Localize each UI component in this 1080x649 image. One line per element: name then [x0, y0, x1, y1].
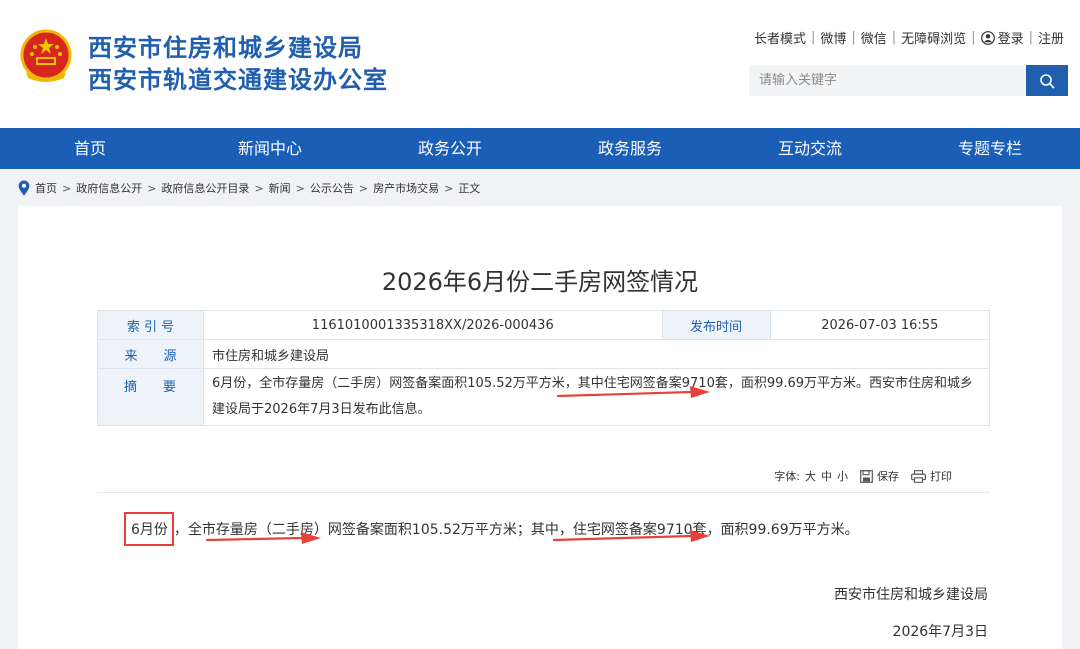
login-link[interactable]: 登录 [998, 28, 1024, 47]
nav-government-affairs[interactable]: 政务公开 [360, 128, 540, 169]
elder-mode-link[interactable]: 长者模式 [754, 28, 806, 47]
site-header: 西安市住房和城乡建设局 西安市轨道交通建设办公室 长者模式 | 微博 | 微信 … [0, 0, 1080, 128]
search-bar [749, 65, 1068, 96]
breadcrumb-news[interactable]: 新闻 [269, 180, 291, 196]
font-size-large[interactable]: 大 [805, 468, 816, 484]
breadcrumb-separator: > [444, 181, 454, 195]
search-input[interactable] [749, 65, 1026, 96]
save-button[interactable]: 保存 [860, 468, 899, 484]
index-label: 索 引 号 [97, 310, 204, 340]
separator: | [810, 30, 816, 45]
wechat-link[interactable]: 微信 [861, 28, 887, 47]
nav-home[interactable]: 首页 [0, 128, 180, 169]
nav-news[interactable]: 新闻中心 [180, 128, 360, 169]
source-value: 市住房和城乡建设局 [203, 339, 990, 369]
breadcrumb-gov-info-catalog[interactable]: 政府信息公开目录 [161, 180, 249, 196]
print-label: 打印 [930, 470, 952, 483]
nav-topics[interactable]: 专题专栏 [900, 128, 1080, 169]
save-label: 保存 [877, 470, 899, 483]
separator: | [971, 30, 976, 45]
table-row: 来 源 市住房和城乡建设局 [97, 339, 990, 369]
breadcrumb-separator: > [295, 181, 305, 195]
article-body: 6月份 ，全市存量房（二手房）网签备案面积105.52万平方米；其中，住宅网签备案… [124, 512, 859, 546]
breadcrumb-current: 正文 [458, 182, 481, 195]
search-icon [1040, 73, 1055, 88]
breadcrumb-real-estate[interactable]: 房产市场交易 [373, 180, 439, 196]
divider [97, 492, 990, 493]
breadcrumb-separator: > [62, 181, 72, 195]
location-pin-icon [18, 180, 30, 196]
table-row: 索 引 号 1161010001335318XX/2026-000436 发布时… [97, 310, 991, 340]
index-value: 1161010001335318XX/2026-000436 [203, 310, 663, 340]
signature-organization: 西安市住房和城乡建设局 [834, 587, 988, 603]
highlighted-month: 6月份 [124, 512, 174, 546]
article-tools: 字体: 大 中 小 保存 打印 [774, 468, 952, 484]
site-title-line1: 西安市住房和城乡建设局 [88, 34, 363, 62]
user-icon [980, 30, 995, 45]
signature-date: 2026年7月3日 [892, 624, 988, 640]
article-title: 2026年6月份二手房网签情况 [381, 268, 699, 296]
article-body-text: ，全市存量房（二手房）网签备案面积105.52万平方米；其中，住宅网签备案971… [173, 522, 859, 538]
accessibility-link[interactable]: 无障碍浏览 [901, 28, 966, 47]
publish-date-label: 发布时间 [661, 310, 771, 340]
nav-interaction[interactable]: 互动交流 [720, 128, 900, 169]
weibo-link[interactable]: 微博 [820, 28, 846, 47]
article-panel: 2026年6月份二手房网签情况 索 引 号 1161010001335318XX… [18, 206, 1062, 649]
font-size-medium[interactable]: 中 [821, 468, 832, 484]
main-nav: 首页 新闻中心 政务公开 政务服务 互动交流 专题专栏 [0, 128, 1080, 169]
breadcrumb-home[interactable]: 首页 [35, 180, 57, 196]
site-title-line2: 西安市轨道交通建设办公室 [88, 66, 388, 94]
breadcrumb-separator: > [358, 181, 369, 195]
separator: | [1028, 30, 1033, 45]
abstract-value: 6月份，全市存量房（二手房）网签备案面积105.52万平方米，其中住宅网签备案9… [203, 368, 990, 426]
abstract-label: 摘 要 [97, 368, 204, 426]
printer-icon [911, 469, 926, 483]
publish-date-value: 2026-07-03 16:55 [769, 310, 991, 340]
separator: | [891, 30, 897, 45]
font-size-label: 字体: [774, 470, 800, 483]
separator: | [851, 30, 856, 45]
breadcrumb-announcements[interactable]: 公示公告 [310, 180, 354, 196]
breadcrumb-gov-info[interactable]: 政府信息公开 [76, 180, 142, 196]
breadcrumb-separator: > [254, 181, 264, 195]
save-icon [860, 469, 873, 483]
top-links: 长者模式 | 微博 | 微信 | 无障碍浏览 | 登录 | 注册 [754, 28, 1064, 47]
article-info-table: 索 引 号 1161010001335318XX/2026-000436 发布时… [97, 310, 991, 426]
register-link[interactable]: 注册 [1038, 28, 1064, 47]
breadcrumb: 首页 > 政府信息公开 > 政府信息公开目录 > 新闻 > 公示公告 > 房产市… [18, 180, 480, 196]
search-button[interactable] [1026, 65, 1068, 96]
font-size-small[interactable]: 小 [837, 468, 848, 484]
breadcrumb-separator: > [147, 181, 157, 195]
national-emblem-icon [20, 29, 72, 82]
table-row: 摘 要 6月份，全市存量房（二手房）网签备案面积105.52万平方米，其中住宅网… [97, 368, 990, 426]
nav-services[interactable]: 政务服务 [540, 128, 720, 169]
print-button[interactable]: 打印 [911, 468, 952, 484]
source-label: 来 源 [97, 339, 204, 369]
